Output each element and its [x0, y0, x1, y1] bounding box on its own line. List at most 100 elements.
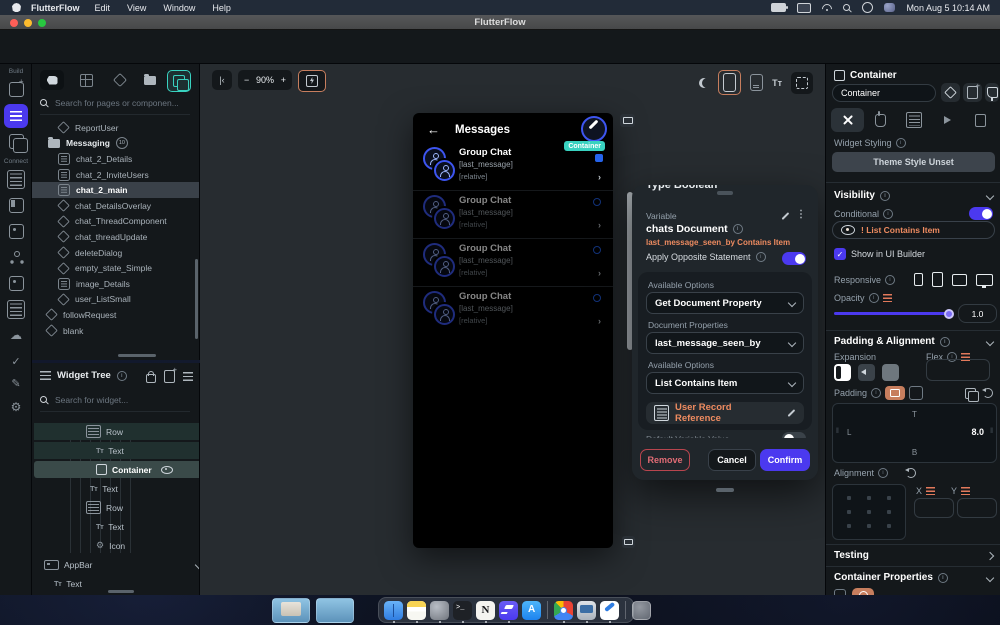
page-item[interactable]: blank	[32, 323, 199, 339]
conditional-toggle[interactable]	[969, 207, 993, 220]
rail-integrations-icon[interactable]: ☁	[7, 326, 25, 344]
collapse-section-icon[interactable]	[985, 337, 995, 346]
zoom-window-button[interactable]	[38, 19, 46, 27]
collapse-tree-icon[interactable]	[183, 372, 193, 381]
rail-settings-icon[interactable]: ⚙	[7, 398, 25, 416]
user-icon[interactable]	[862, 2, 874, 13]
info-icon[interactable]: i	[883, 208, 894, 219]
apple-menu-icon[interactable]	[12, 3, 21, 12]
back-arrow-icon[interactable]: ←	[427, 122, 440, 137]
expansion-fixed-button[interactable]	[834, 364, 851, 381]
keyboard-overlay-icon[interactable]	[750, 74, 764, 91]
copy-padding-icon[interactable]	[965, 387, 979, 402]
color-picker-button[interactable]	[852, 588, 874, 595]
edit-reference-icon[interactable]	[786, 408, 796, 418]
component-convert-button[interactable]	[941, 83, 960, 102]
styling-button[interactable]	[985, 83, 999, 102]
opacity-value-input[interactable]: 1.0	[958, 304, 997, 323]
reset-alignment-icon[interactable]	[905, 468, 917, 478]
page-item[interactable]: deleteDialog	[32, 245, 199, 261]
dock-notes-icon[interactable]	[407, 600, 426, 623]
page-item[interactable]: empty_state_Simple	[32, 260, 199, 276]
info-icon[interactable]: i	[879, 190, 890, 201]
chevron-right-icon[interactable]	[985, 551, 995, 560]
theme-style-button[interactable]: Theme Style Unset	[832, 152, 995, 172]
phone-preview[interactable]: ← Messages Container Group Chat [last_mes…	[413, 113, 613, 548]
info-icon[interactable]: i	[116, 370, 127, 381]
phone-frame-toggle[interactable]	[718, 70, 742, 95]
more-options-icon[interactable]: ⋮	[796, 209, 806, 220]
add-to-library-button[interactable]	[963, 81, 982, 102]
rail-theme-icon[interactable]: ✎	[7, 374, 25, 392]
dock-trash-icon[interactable]	[632, 600, 651, 620]
page-item[interactable]: ReportUser	[32, 120, 199, 136]
search-icon[interactable]	[843, 3, 851, 12]
lock-icon[interactable]	[146, 370, 156, 383]
page-item[interactable]: chat_threadUpdate	[32, 229, 199, 245]
menu-app[interactable]: FlutterFlow	[31, 3, 80, 13]
info-icon[interactable]: i	[885, 274, 896, 285]
rail-firestore-icon[interactable]	[7, 169, 25, 189]
menu-edit[interactable]: Edit	[95, 3, 111, 13]
info-icon[interactable]: i	[871, 388, 882, 398]
responsive-desktop-icon[interactable]	[976, 273, 993, 288]
tab-animations[interactable]	[931, 108, 964, 132]
chat-list-item[interactable]: Group Chat [last_message] [relative] ›	[413, 238, 613, 286]
minimize-window-button[interactable]	[24, 19, 32, 27]
widget-marker-button[interactable]	[622, 536, 635, 548]
rail-add-widget-icon[interactable]	[7, 77, 25, 98]
page-item[interactable]: image_Details	[32, 276, 199, 292]
padding-right-value[interactable]: 8.0	[971, 427, 984, 437]
rail-functions-icon[interactable]	[7, 299, 25, 319]
dark-mode-icon[interactable]	[699, 78, 709, 88]
info-icon[interactable]: i	[937, 572, 948, 583]
tab-backend[interactable]	[897, 108, 930, 132]
tree-node-text[interactable]: Tт Text	[34, 518, 199, 535]
text-scale-icon[interactable]: Tт	[772, 78, 782, 88]
battery-icon[interactable]	[771, 3, 789, 12]
opacity-slider[interactable]	[834, 308, 954, 319]
tree-node-appbar[interactable]: AppBar	[34, 556, 199, 573]
control-center-icon[interactable]	[884, 3, 896, 12]
reset-padding-icon[interactable]	[982, 388, 993, 398]
page-item[interactable]: user_ListSmall	[32, 292, 199, 308]
remove-button[interactable]: Remove	[640, 449, 690, 471]
dock-window-app-icon[interactable]	[577, 600, 596, 623]
padding-editor[interactable]: T L 8.0 B ‖ ‖	[832, 403, 997, 463]
tab-docs[interactable]	[964, 108, 997, 132]
pages-vscrollbar[interactable]	[195, 259, 198, 339]
close-window-button[interactable]	[10, 19, 18, 27]
add-widget-icon[interactable]	[164, 365, 177, 383]
tree-node-row[interactable]: Row	[34, 499, 199, 516]
dock-appstore-icon[interactable]	[522, 600, 541, 620]
dock-finder-icon[interactable]	[384, 600, 403, 623]
responsive-phone-icon[interactable]	[914, 273, 923, 286]
page-item[interactable]: chat_2_Details	[32, 151, 199, 167]
minimized-window[interactable]	[316, 598, 354, 623]
edit-variable-icon[interactable]	[780, 211, 790, 221]
wtree-resize-handle[interactable]	[108, 590, 134, 593]
show-in-builder-checkbox[interactable]: ✓	[834, 248, 846, 260]
dock-terminal-icon[interactable]	[453, 600, 472, 623]
rail-api-icon[interactable]	[7, 248, 25, 266]
collapse-section-icon[interactable]	[985, 191, 995, 200]
info-icon[interactable]: i	[868, 293, 879, 303]
cancel-button[interactable]: Cancel	[708, 449, 756, 471]
dock-flutterflow-icon[interactable]	[499, 600, 518, 623]
page-item[interactable]: followRequest	[32, 307, 199, 323]
user-record-reference-field[interactable]: User Record Reference	[646, 402, 804, 424]
canvas-frame-icon[interactable]	[791, 71, 813, 94]
document-property-dropdown[interactable]: last_message_seen_by	[646, 332, 804, 354]
info-icon[interactable]: i	[755, 252, 766, 262]
chat-list-item[interactable]: Group Chat [last_message] [relative] ›	[413, 190, 613, 238]
minimized-window[interactable]	[272, 598, 310, 623]
padding-bottom-handle[interactable]: B	[912, 448, 917, 457]
tab-screens[interactable]	[74, 70, 98, 90]
flex-value-input[interactable]	[926, 359, 990, 381]
responsive-tablet-icon[interactable]	[952, 273, 967, 286]
set-from-variable-icon[interactable]	[882, 294, 892, 302]
rail-components-icon[interactable]	[7, 132, 28, 153]
menu-bar-clock[interactable]: Mon Aug 5 10:14 AM	[906, 3, 990, 13]
tab-properties[interactable]	[831, 108, 865, 132]
dock-notion-icon[interactable]	[476, 600, 495, 623]
